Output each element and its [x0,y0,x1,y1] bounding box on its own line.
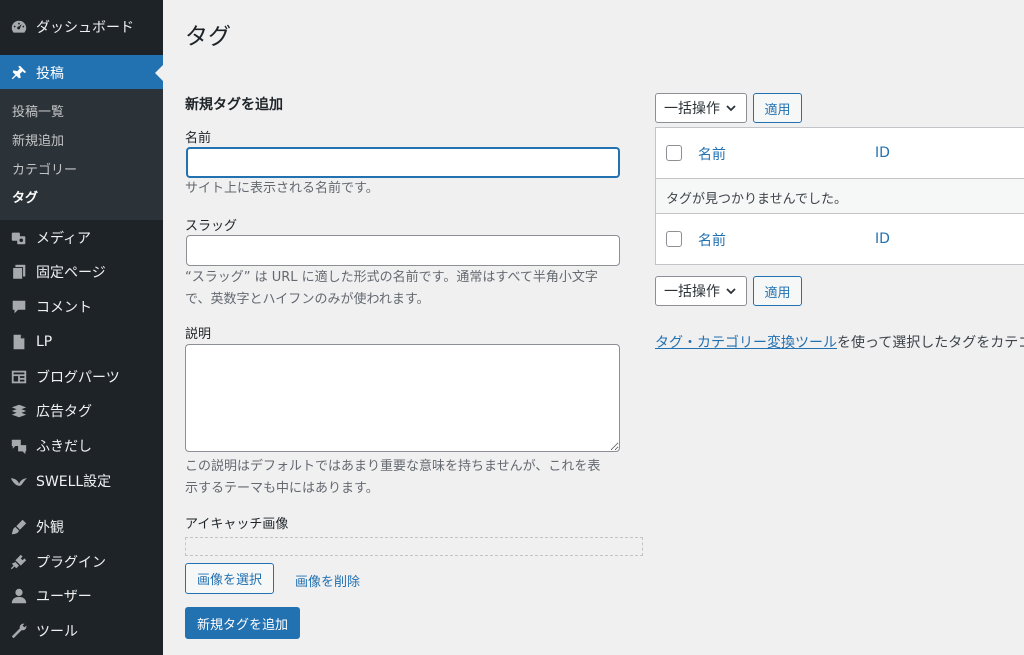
sidebar-item-appearance[interactable]: 外観 [0,509,163,544]
sidebar-item-label: LP [36,333,53,350]
page-title: タグ [185,24,231,50]
sidebar-item-lp[interactable]: LP [0,324,163,359]
sidebar-item-plugins[interactable]: プラグイン [0,544,163,579]
sidebar-item-tools[interactable]: ツール [0,613,163,648]
sidebar-item-users[interactable]: ユーザー [0,578,163,613]
submenu-item-categories[interactable]: カテゴリー [12,159,77,178]
eyecatch-preview [185,537,643,556]
column-header-id[interactable]: ID [875,145,890,161]
sidebar-item-label: メディア [36,230,92,247]
description-help-line: 示するテーマも中にはあります。 [185,481,379,496]
slug-input[interactable] [186,235,620,266]
select-image-button[interactable]: 画像を選択 [185,563,274,594]
slug-help: “スラッグ” は URL に適した形式の名前です。通常はすべて半角小文字 で、英… [185,267,625,311]
swallow-icon [9,471,29,491]
media-icon [9,228,29,248]
slug-help-line: “スラッグ” は URL に適した形式の名前です。通常はすべて半角小文字 [185,270,598,285]
submenu-item-all-posts[interactable]: 投稿一覧 [12,101,64,120]
sidebar-item-label: ダッシュボード [36,19,134,36]
chevron-down-icon [726,288,736,295]
description-textarea[interactable] [185,344,620,452]
tag-table: 名前 ID タグが見つかりませんでした。 名前 ID [655,127,1024,265]
comment-icon [9,297,29,317]
sidebar-item-pages[interactable]: 固定ページ [0,254,163,289]
sidebar-item-media[interactable]: メディア [0,220,163,255]
sidebar-item-comments[interactable]: コメント [0,289,163,324]
sidebar-item-label: 固定ページ [36,264,106,281]
sidebar-item-label: プラグイン [36,554,106,571]
description-help-line: この説明はデフォルトではあまり重要な意味を持ちませんが、これを表 [185,459,601,474]
sidebar-item-label: 広告タグ [36,403,92,420]
pin-icon [9,63,29,83]
tag-category-converter-link[interactable]: タグ・カテゴリー変換ツール [655,335,837,351]
table-row-empty: タグが見つかりませんでした。 [656,178,1024,214]
sidebar-item-label: ふきだし [36,438,92,455]
column-footer-id[interactable]: ID [875,231,890,247]
apply-button-top[interactable]: 適用 [753,93,802,123]
brush-icon [9,517,29,537]
table-header: 名前 ID [656,128,1024,178]
slug-label: スラッグ [185,219,238,234]
add-tag-submit-button[interactable]: 新規タグを追加 [185,607,300,639]
sidebar-item-blog-parts[interactable]: ブログパーツ [0,359,163,394]
table-footer: 名前 ID [656,214,1024,264]
layout-icon [9,367,29,387]
sidebar-item-label: コメント [36,299,92,316]
sidebar-item-label: 外観 [36,519,64,536]
slug-help-line: で、英数字とハイフンのみが使われます。 [185,292,430,307]
plug-icon [9,552,29,572]
description-help: この説明はデフォルトではあまり重要な意味を持ちませんが、これを表 示するテーマも… [185,456,625,500]
sidebar-item-posts[interactable]: 投稿 [0,55,163,90]
eyecatch-label: アイキャッチ画像 [185,517,289,532]
converter-note: タグ・カテゴリー変換ツールを使って選択したタグをカテゴリ [655,332,1024,352]
column-footer-name[interactable]: 名前 [698,230,726,250]
bulk-action-value: 一括操作 [664,101,720,117]
select-all-checkbox[interactable] [666,145,682,161]
sidebar-item-ad-tags[interactable]: 広告タグ [0,393,163,428]
apply-button-bottom[interactable]: 適用 [753,276,802,306]
bulk-action-select-bottom[interactable]: 一括操作 [655,276,747,306]
submenu-item-tags[interactable]: タグ [12,187,38,206]
name-input[interactable] [186,147,620,178]
column-header-name[interactable]: 名前 [698,144,726,164]
form-heading: 新規タグを追加 [185,97,283,113]
sidebar-item-label: 投稿 [36,65,64,82]
chevron-down-icon [726,105,736,112]
sidebar-item-swell-settings[interactable]: SWELL設定 [0,463,163,498]
posts-submenu: 投稿一覧 新規追加 カテゴリー タグ [0,89,163,220]
sidebar-item-label: ユーザー [36,588,92,605]
user-icon [9,586,29,606]
bulk-action-select-top[interactable]: 一括操作 [655,93,747,123]
sidebar-item-label: ブログパーツ [36,369,120,386]
document-icon [9,332,29,352]
description-label: 説明 [185,327,212,342]
remove-image-link[interactable]: 画像を削除 [295,571,360,590]
name-help: サイト上に表示される名前です。 [185,181,379,196]
chat-bubbles-icon [9,436,29,456]
wrench-icon [9,621,29,641]
admin-sidebar: ダッシュボード 投稿 投稿一覧 新規追加 カテゴリー タグ メディア 固定ページ… [0,0,163,655]
stack-icon [9,401,29,421]
page-icon [9,262,29,282]
sidebar-item-label: SWELL設定 [36,473,112,490]
converter-note-text: を使って選択したタグをカテゴリ [837,335,1024,351]
empty-message: タグが見つかりませんでした。 [666,192,847,207]
dashboard-icon [9,17,29,37]
bulk-action-value: 一括操作 [664,284,720,300]
select-all-checkbox-bottom[interactable] [666,231,682,247]
name-label: 名前 [185,131,212,146]
submenu-item-add-new[interactable]: 新規追加 [12,130,64,149]
sidebar-item-dashboard[interactable]: ダッシュボード [0,9,163,44]
sidebar-item-label: ツール [36,623,78,640]
sidebar-item-balloons[interactable]: ふきだし [0,428,163,463]
